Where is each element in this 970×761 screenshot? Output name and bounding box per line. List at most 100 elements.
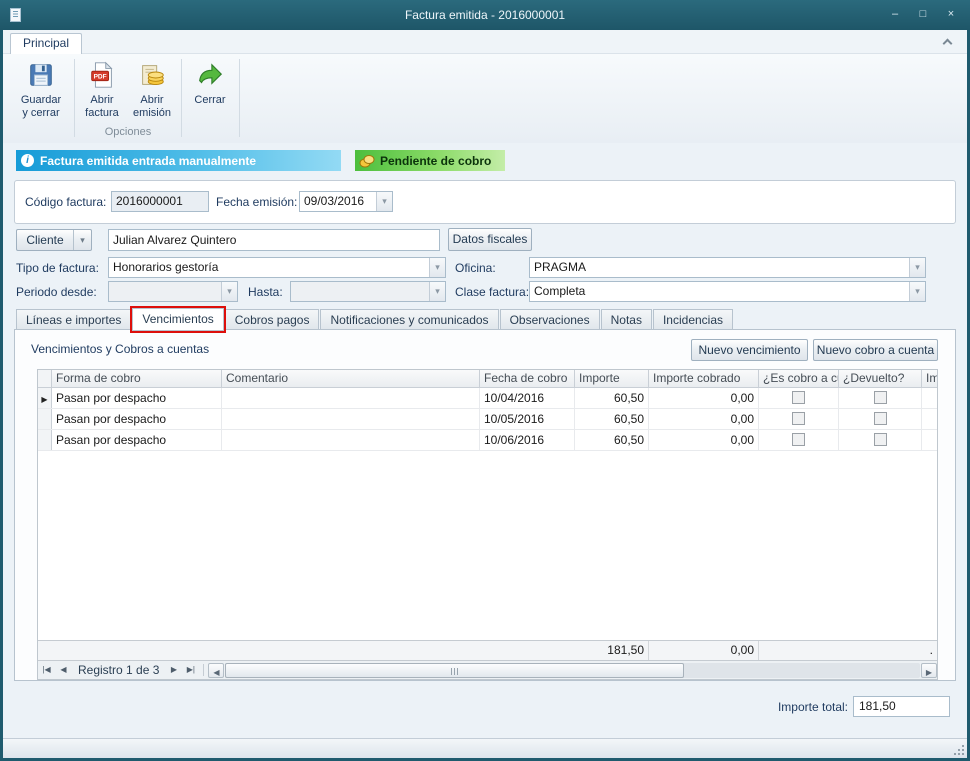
- column-header-importe-cobrado[interactable]: Importe cobrado: [649, 370, 759, 387]
- minimize-button[interactable]: –: [884, 6, 906, 23]
- ribbon-separator: [239, 59, 240, 137]
- horizontal-scrollbar[interactable]: ◀ ▶: [208, 661, 937, 679]
- chevron-down-icon[interactable]: ▾: [909, 282, 925, 301]
- cell-importe[interactable]: 60,50: [575, 430, 649, 450]
- abrir-factura-button[interactable]: PDF Abrir factura: [79, 57, 125, 135]
- importe-total-input[interactable]: 181,50: [853, 696, 950, 717]
- table-row[interactable]: Pasan por despacho 10/05/2016 60,50 0,00: [38, 409, 937, 430]
- nuevo-cobro-a-cuenta-button[interactable]: Nuevo cobro a cuenta: [813, 339, 938, 361]
- column-header-fecha-de-cobro[interactable]: Fecha de cobro▲: [480, 370, 575, 387]
- cell-forma-de-cobro[interactable]: Pasan por despacho: [52, 430, 222, 450]
- column-header-forma-de-cobro[interactable]: Forma de cobro: [52, 370, 222, 387]
- cell-fecha-de-cobro[interactable]: 10/04/2016: [480, 388, 575, 408]
- abrir-emision-button[interactable]: Abrir emisión: [127, 57, 177, 135]
- cell-forma-de-cobro[interactable]: Pasan por despacho: [52, 388, 222, 408]
- grid-summary-row: 181,50 0,00 .: [38, 640, 937, 660]
- chevron-up-icon: [942, 39, 952, 49]
- summary-spacer: [38, 641, 52, 660]
- scroll-left-button[interactable]: ◀: [208, 663, 224, 678]
- datos-fiscales-button[interactable]: Datos fiscales: [448, 228, 532, 251]
- cliente-button-label[interactable]: Cliente: [17, 230, 73, 250]
- table-row[interactable]: Pasan por despacho 10/06/2016 60,50 0,00: [38, 430, 937, 451]
- fecha-emision-input[interactable]: 09/03/2016 ▾: [299, 191, 393, 212]
- hasta-select[interactable]: ▾: [290, 281, 446, 302]
- tab-lineas-e-importes[interactable]: Líneas e importes: [16, 309, 131, 330]
- chevron-down-icon[interactable]: ▾: [909, 258, 925, 277]
- oficina-select[interactable]: PRAGMA ▾: [529, 257, 926, 278]
- nav-last-button[interactable]: ▶|: [182, 661, 199, 679]
- cerrar-button[interactable]: Cerrar: [187, 57, 233, 135]
- invoice-header-groupbox: Código factura: 2016000001 Fecha emisión…: [14, 180, 956, 224]
- tab-notas[interactable]: Notas: [601, 309, 652, 330]
- column-header-importe[interactable]: Importe: [575, 370, 649, 387]
- cell-importe-cobrado[interactable]: 0,00: [649, 430, 759, 450]
- cell-es-cobro-a-cuenta: [759, 388, 839, 408]
- periodo-desde-select[interactable]: ▾: [108, 281, 238, 302]
- chevron-down-icon[interactable]: ▾: [221, 282, 237, 301]
- cliente-button[interactable]: Cliente ▾: [16, 229, 92, 251]
- tipo-factura-select[interactable]: Honorarios gestoría ▾: [108, 257, 446, 278]
- guardar-y-cerrar-button[interactable]: Guardar y cerrar: [12, 57, 70, 135]
- nav-prev-button[interactable]: ◀: [55, 661, 72, 679]
- tab-cobros-pagos[interactable]: Cobros pagos: [225, 309, 320, 330]
- cell-devuelto: [839, 409, 922, 429]
- ribbon: Principal Guardar y cerrar: [3, 30, 967, 143]
- column-header-comentario[interactable]: Comentario: [222, 370, 480, 387]
- fecha-emision-label: Fecha emisión:: [216, 195, 297, 209]
- nav-next-button[interactable]: ▶: [165, 661, 182, 679]
- chevron-down-icon[interactable]: ▾: [429, 282, 445, 301]
- cell-imp[interactable]: [922, 430, 937, 450]
- nav-first-button[interactable]: |◀: [38, 661, 55, 679]
- cell-comentario[interactable]: [222, 430, 480, 450]
- cell-es-cobro-a-cuenta: [759, 430, 839, 450]
- codigo-factura-input[interactable]: 2016000001: [111, 191, 209, 212]
- tab-observaciones[interactable]: Observaciones: [500, 309, 600, 330]
- cell-imp[interactable]: [922, 409, 937, 429]
- chevron-down-icon[interactable]: ▾: [376, 192, 392, 211]
- status-banner-cobro: Pendiente de cobro: [355, 150, 505, 171]
- hasta-label: Hasta:: [248, 285, 283, 299]
- ribbon-tab-principal[interactable]: Principal: [10, 33, 82, 54]
- summary-cobrado-total: 0,00: [649, 641, 759, 660]
- info-icon: i: [21, 154, 34, 167]
- cell-forma-de-cobro[interactable]: Pasan por despacho: [52, 409, 222, 429]
- clase-factura-label: Clase factura:: [455, 285, 529, 299]
- column-header-imp[interactable]: Imp: [922, 370, 937, 387]
- clase-factura-value: Completa: [530, 282, 909, 301]
- grid-empty-area: [38, 451, 937, 640]
- resize-grip[interactable]: [953, 744, 964, 755]
- nuevo-vencimiento-button[interactable]: Nuevo vencimiento: [691, 339, 808, 361]
- cell-fecha-de-cobro[interactable]: 10/06/2016: [480, 430, 575, 450]
- cell-comentario[interactable]: [222, 388, 480, 408]
- tab-notificaciones-y-comunicados[interactable]: Notificaciones y comunicados: [320, 309, 498, 330]
- importe-total-label: Importe total:: [690, 700, 848, 714]
- svg-text:PDF: PDF: [94, 73, 107, 80]
- tab-incidencias[interactable]: Incidencias: [653, 309, 733, 330]
- column-header-devuelto[interactable]: ¿Devuelto?: [839, 370, 922, 387]
- column-header-es-cobro-a-cuenta[interactable]: ¿Es cobro a cu...: [759, 370, 839, 387]
- cell-importe[interactable]: 60,50: [575, 388, 649, 408]
- collapse-ribbon-button[interactable]: [937, 36, 957, 51]
- cell-importe-cobrado[interactable]: 0,00: [649, 409, 759, 429]
- tab-vencimientos[interactable]: Vencimientos: [132, 308, 223, 331]
- cell-importe[interactable]: 60,50: [575, 409, 649, 429]
- scrollbar-thumb[interactable]: [225, 663, 683, 678]
- cell-importe-cobrado[interactable]: 0,00: [649, 388, 759, 408]
- summary-spacer: [480, 641, 575, 660]
- chevron-down-icon[interactable]: ▾: [429, 258, 445, 277]
- cell-fecha-de-cobro[interactable]: 10/05/2016: [480, 409, 575, 429]
- scroll-right-button[interactable]: ▶: [921, 663, 937, 678]
- clase-factura-select[interactable]: Completa ▾: [529, 281, 926, 302]
- chevron-down-icon[interactable]: ▾: [73, 230, 91, 250]
- scrollbar-track[interactable]: [225, 663, 920, 678]
- scrollbar-grip-icon: [451, 668, 460, 675]
- maximize-button[interactable]: □: [912, 6, 934, 23]
- cliente-name-input[interactable]: Julian Alvarez Quintero: [108, 229, 440, 251]
- summary-spacer: [52, 641, 222, 660]
- periodo-desde-label: Periodo desde:: [16, 285, 97, 299]
- cell-comentario[interactable]: [222, 409, 480, 429]
- cell-imp[interactable]: [922, 388, 937, 408]
- titlebar[interactable]: Factura emitida - 2016000001 – □ ×: [0, 0, 970, 30]
- table-row[interactable]: ▶ Pasan por despacho 10/04/2016 60,50 0,…: [38, 388, 937, 409]
- close-button[interactable]: ×: [940, 6, 962, 23]
